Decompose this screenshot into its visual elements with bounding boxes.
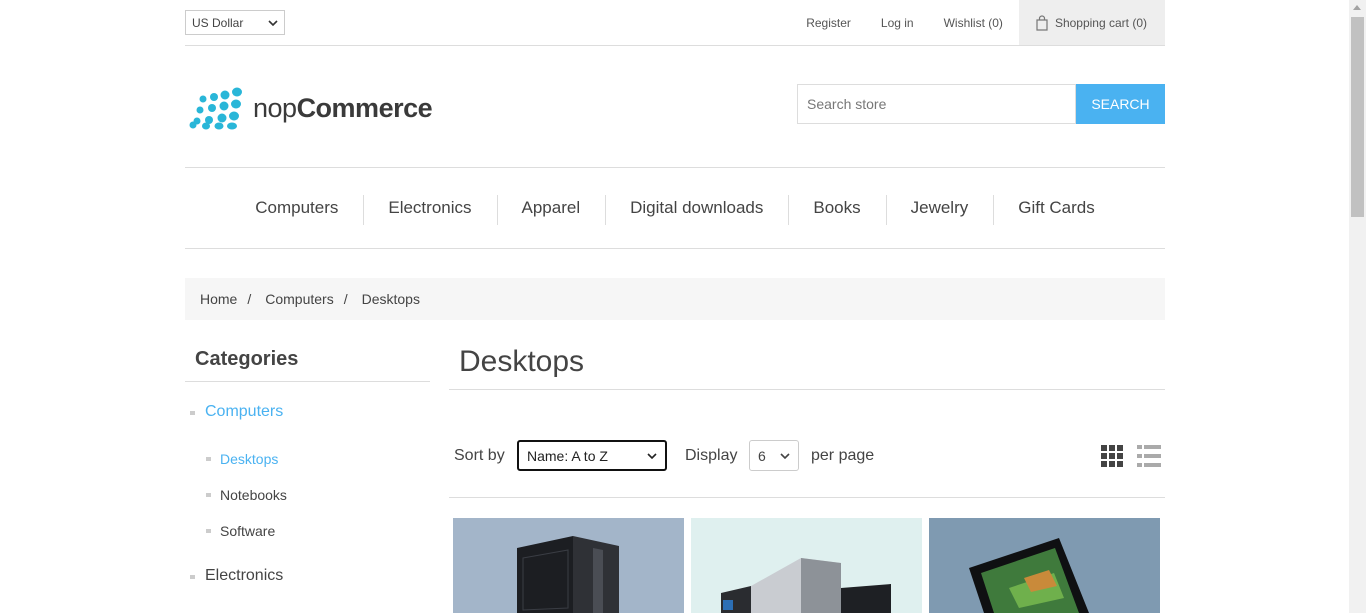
chevron-down-icon bbox=[268, 19, 278, 26]
search-button[interactable]: SEARCH bbox=[1076, 84, 1165, 124]
menu-item-digital-downloads[interactable]: Digital downloads bbox=[605, 195, 788, 225]
view-mode-toggle bbox=[1101, 445, 1161, 467]
scrollbar-thumb[interactable] bbox=[1351, 17, 1364, 217]
display-select[interactable]: 6 bbox=[749, 440, 799, 471]
menu-item-apparel[interactable]: Apparel bbox=[496, 195, 606, 225]
store-logo[interactable]: nopCommerce bbox=[187, 86, 433, 130]
sidebar-categories: Categories Computers Desktops Notebooks … bbox=[185, 345, 430, 586]
per-page-label: per page bbox=[811, 447, 875, 464]
logo-dots-icon bbox=[189, 87, 242, 130]
sidebar-item-computers[interactable]: Computers bbox=[185, 402, 430, 422]
scroll-up-icon[interactable] bbox=[1353, 5, 1361, 10]
shopping-bag-icon bbox=[1036, 14, 1048, 31]
menu-item-electronics[interactable]: Electronics bbox=[363, 195, 496, 225]
currency-selector[interactable]: US Dollar bbox=[185, 10, 285, 35]
breadcrumb: Home / Computers / Desktops bbox=[185, 278, 1165, 320]
display-value: 6 bbox=[758, 447, 766, 464]
chevron-down-icon bbox=[780, 452, 790, 459]
breadcrumb-home[interactable]: Home bbox=[200, 291, 237, 307]
logo-text: nopCommerce bbox=[253, 92, 433, 123]
search-input[interactable] bbox=[797, 84, 1076, 124]
product-selectors: Sort by Name: A to Z Display 6 per page bbox=[449, 440, 1165, 472]
menu-item-computers[interactable]: Computers bbox=[230, 198, 363, 218]
menu-item-books[interactable]: Books bbox=[788, 195, 885, 225]
sidebar-subitem-software[interactable]: Software bbox=[185, 523, 430, 539]
display-label: Display bbox=[685, 447, 738, 464]
breadcrumb-current: Desktops bbox=[361, 291, 420, 307]
breadcrumb-separator: / bbox=[343, 291, 348, 307]
list-view-icon[interactable] bbox=[1137, 445, 1161, 467]
page-title: Desktops bbox=[449, 345, 1165, 390]
search-box: SEARCH bbox=[797, 84, 1165, 124]
menu-item-gift-cards[interactable]: Gift Cards bbox=[993, 195, 1120, 225]
product-grid bbox=[453, 518, 1160, 613]
header-lower: nopCommerce SEARCH bbox=[185, 46, 1165, 168]
top-menu: Computers Electronics Apparel Digital do… bbox=[185, 168, 1165, 249]
sort-select[interactable]: Name: A to Z bbox=[517, 440, 667, 471]
product-image-1[interactable] bbox=[453, 518, 684, 613]
header-links: Register Log in Wishlist (0) Shopping ca… bbox=[791, 0, 1165, 45]
chevron-down-icon bbox=[647, 452, 657, 459]
breadcrumb-computers[interactable]: Computers bbox=[265, 291, 333, 307]
sort-label: Sort by bbox=[454, 447, 505, 464]
sort-value: Name: A to Z bbox=[527, 447, 608, 464]
sidebar-title: Categories bbox=[185, 345, 430, 382]
sidebar-subitem-desktops[interactable]: Desktops bbox=[185, 451, 430, 467]
selectors-divider bbox=[449, 497, 1165, 498]
grid-view-icon[interactable] bbox=[1101, 445, 1123, 467]
register-link[interactable]: Register bbox=[806, 16, 851, 30]
shopping-cart-link[interactable]: Shopping cart (0) bbox=[1018, 0, 1165, 45]
main-content: Desktops Sort by Name: A to Z Display 6 … bbox=[449, 345, 1165, 613]
breadcrumb-separator: / bbox=[247, 291, 252, 307]
page-container: US Dollar Register Log in Wishlist (0) S… bbox=[185, 0, 1165, 613]
menu-item-jewelry[interactable]: Jewelry bbox=[885, 195, 994, 225]
header-upper: US Dollar Register Log in Wishlist (0) S… bbox=[185, 0, 1165, 46]
product-image-2[interactable] bbox=[691, 518, 922, 613]
currency-value: US Dollar bbox=[192, 15, 244, 30]
sidebar-subitem-notebooks[interactable]: Notebooks bbox=[185, 487, 430, 503]
product-image-3[interactable] bbox=[929, 518, 1160, 613]
sidebar-item-electronics[interactable]: Electronics bbox=[185, 566, 430, 586]
page-scrollbar[interactable] bbox=[1349, 0, 1366, 613]
wishlist-link[interactable]: Wishlist (0) bbox=[944, 16, 1003, 30]
login-link[interactable]: Log in bbox=[881, 16, 914, 30]
shopping-cart-label: Shopping cart (0) bbox=[1054, 15, 1147, 30]
